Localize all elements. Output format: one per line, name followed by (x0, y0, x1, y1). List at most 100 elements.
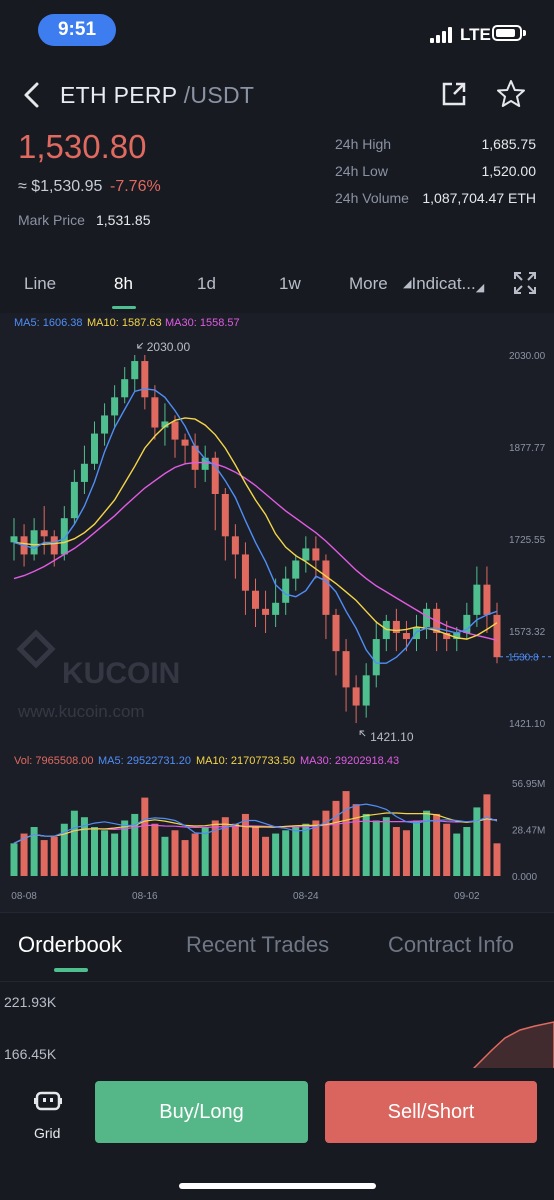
candle-body (151, 397, 159, 428)
volume-bar (111, 833, 119, 876)
candle-body (272, 602, 280, 615)
tab-orderbook[interactable]: Orderbook (18, 932, 122, 958)
candle-body (312, 548, 320, 561)
volume-bar (433, 813, 441, 876)
volume-bar (252, 827, 259, 876)
volume-bar (312, 820, 320, 876)
watermark-url: www.kucoin.com (17, 702, 145, 721)
fullscreen-icon[interactable] (513, 271, 537, 295)
tab-1w[interactable]: 1w (279, 274, 301, 294)
tab-8h[interactable]: 8h (114, 274, 133, 294)
price-axis-tick: 1421.10 (509, 719, 546, 730)
volume-bar (171, 830, 179, 876)
candle-body (40, 530, 48, 537)
candle-body (282, 578, 290, 603)
time-axis-tick: 08-08 (11, 891, 37, 902)
candle-body (131, 361, 139, 380)
volume-bar (211, 820, 219, 876)
candle-body (70, 481, 78, 519)
volume-bar (493, 843, 501, 876)
candle-body (91, 433, 98, 464)
candle-body (352, 687, 360, 706)
stat-volume-value: 1,087,704.47 ETH (422, 190, 536, 206)
candle-body (262, 608, 270, 615)
volume-bar (352, 804, 360, 876)
pair-quote: /USDT (183, 82, 255, 108)
price-axis-tick: 1877.77 (509, 443, 546, 454)
price-axis-tick: 1725.55 (509, 535, 546, 546)
candle-body (493, 614, 501, 658)
back-arrow-icon[interactable] (18, 80, 48, 110)
volume-bar (392, 827, 400, 876)
tab-line[interactable]: Line (24, 274, 56, 294)
stat-low-label: 24h Low (335, 163, 388, 179)
volume-bar (372, 820, 380, 876)
candle-body (231, 536, 239, 555)
mark-price-label: Mark Price (18, 212, 85, 228)
vol-legend: Vol: 7965508.00 (14, 755, 94, 767)
price-chart[interactable]: MA5: 1606.38 MA10: 1587.63 MA30: 1558.57… (0, 313, 554, 913)
vol-ma10-legend: MA10: 21707733.50 (196, 755, 295, 767)
time-axis-tick: 09-02 (454, 891, 480, 902)
last-price: 1,530.80 (18, 128, 147, 165)
price-axis-tick: 1573.32 (509, 627, 546, 638)
candle-body (302, 548, 310, 561)
min-price-label: 1421.10 (370, 730, 414, 744)
volume-bar (181, 840, 189, 876)
ma10-legend: MA10: 1587.63 (87, 317, 162, 329)
volume-bar (231, 823, 239, 876)
candle-body (473, 584, 481, 615)
chart-divider (0, 912, 554, 913)
volume-bar (191, 833, 199, 876)
candle-body (241, 554, 249, 591)
sell-short-button[interactable]: Sell/Short (325, 1081, 537, 1143)
volume-bar (443, 823, 451, 876)
dropdown-triangle-icon: ◢ (475, 282, 485, 294)
volume-bar (332, 800, 340, 876)
favorite-star-icon[interactable] (495, 78, 527, 110)
volume-bar (101, 830, 109, 876)
volume-bar (473, 807, 481, 876)
volume-axis-tick: 56.95M (512, 779, 545, 790)
volume-bar (141, 797, 149, 876)
volume-bar (402, 830, 410, 876)
tab-more[interactable]: More (349, 274, 388, 294)
status-time: 9:51 (38, 14, 116, 46)
tab-indicators-label: Indicat... (411, 274, 476, 293)
mark-price-value: 1,531.85 (96, 212, 151, 228)
buy-long-button[interactable]: Buy/Long (95, 1081, 308, 1143)
candle-body (221, 494, 229, 537)
candle-body (111, 397, 119, 416)
candle-body (10, 536, 18, 543)
tab-contract-info[interactable]: Contract Info (388, 932, 514, 958)
tabs-divider (0, 981, 554, 982)
candle-body (252, 590, 259, 609)
volume-bar (362, 813, 370, 876)
tab-1d[interactable]: 1d (197, 274, 216, 294)
pair-title[interactable]: ETH PERP /USDT (60, 82, 254, 109)
share-icon[interactable] (440, 80, 468, 108)
grid-label[interactable]: Grid (34, 1125, 60, 1141)
network-label: LTE (460, 25, 491, 44)
candle-body (332, 614, 340, 652)
grid-bot-icon[interactable] (34, 1090, 62, 1112)
volume-bar (342, 791, 350, 876)
price-axis-tick: 2030.00 (509, 351, 546, 362)
battery-icon (492, 25, 522, 41)
approx-usd-price: ≈ $1,530.95 (18, 178, 103, 195)
tab-recent-trades[interactable]: Recent Trades (186, 932, 329, 958)
candle-body (292, 560, 300, 579)
pair-base: ETH PERP (60, 82, 178, 108)
volume-bar (483, 794, 491, 876)
volume-bar (302, 823, 310, 876)
battery-tip (523, 30, 526, 36)
vol-ma5-legend: MA5: 29522731.20 (98, 755, 191, 767)
volume-axis-tick: 28.47M (512, 826, 545, 837)
tab-indicators[interactable]: ◢Indicat...◢ (403, 274, 484, 294)
max-price-label: 2030.00 (147, 340, 191, 354)
volume-bar (70, 810, 78, 876)
candle-body (141, 361, 149, 398)
time-axis-tick: 08-24 (293, 891, 319, 902)
candle-body (483, 584, 491, 615)
candle-body (101, 415, 109, 434)
